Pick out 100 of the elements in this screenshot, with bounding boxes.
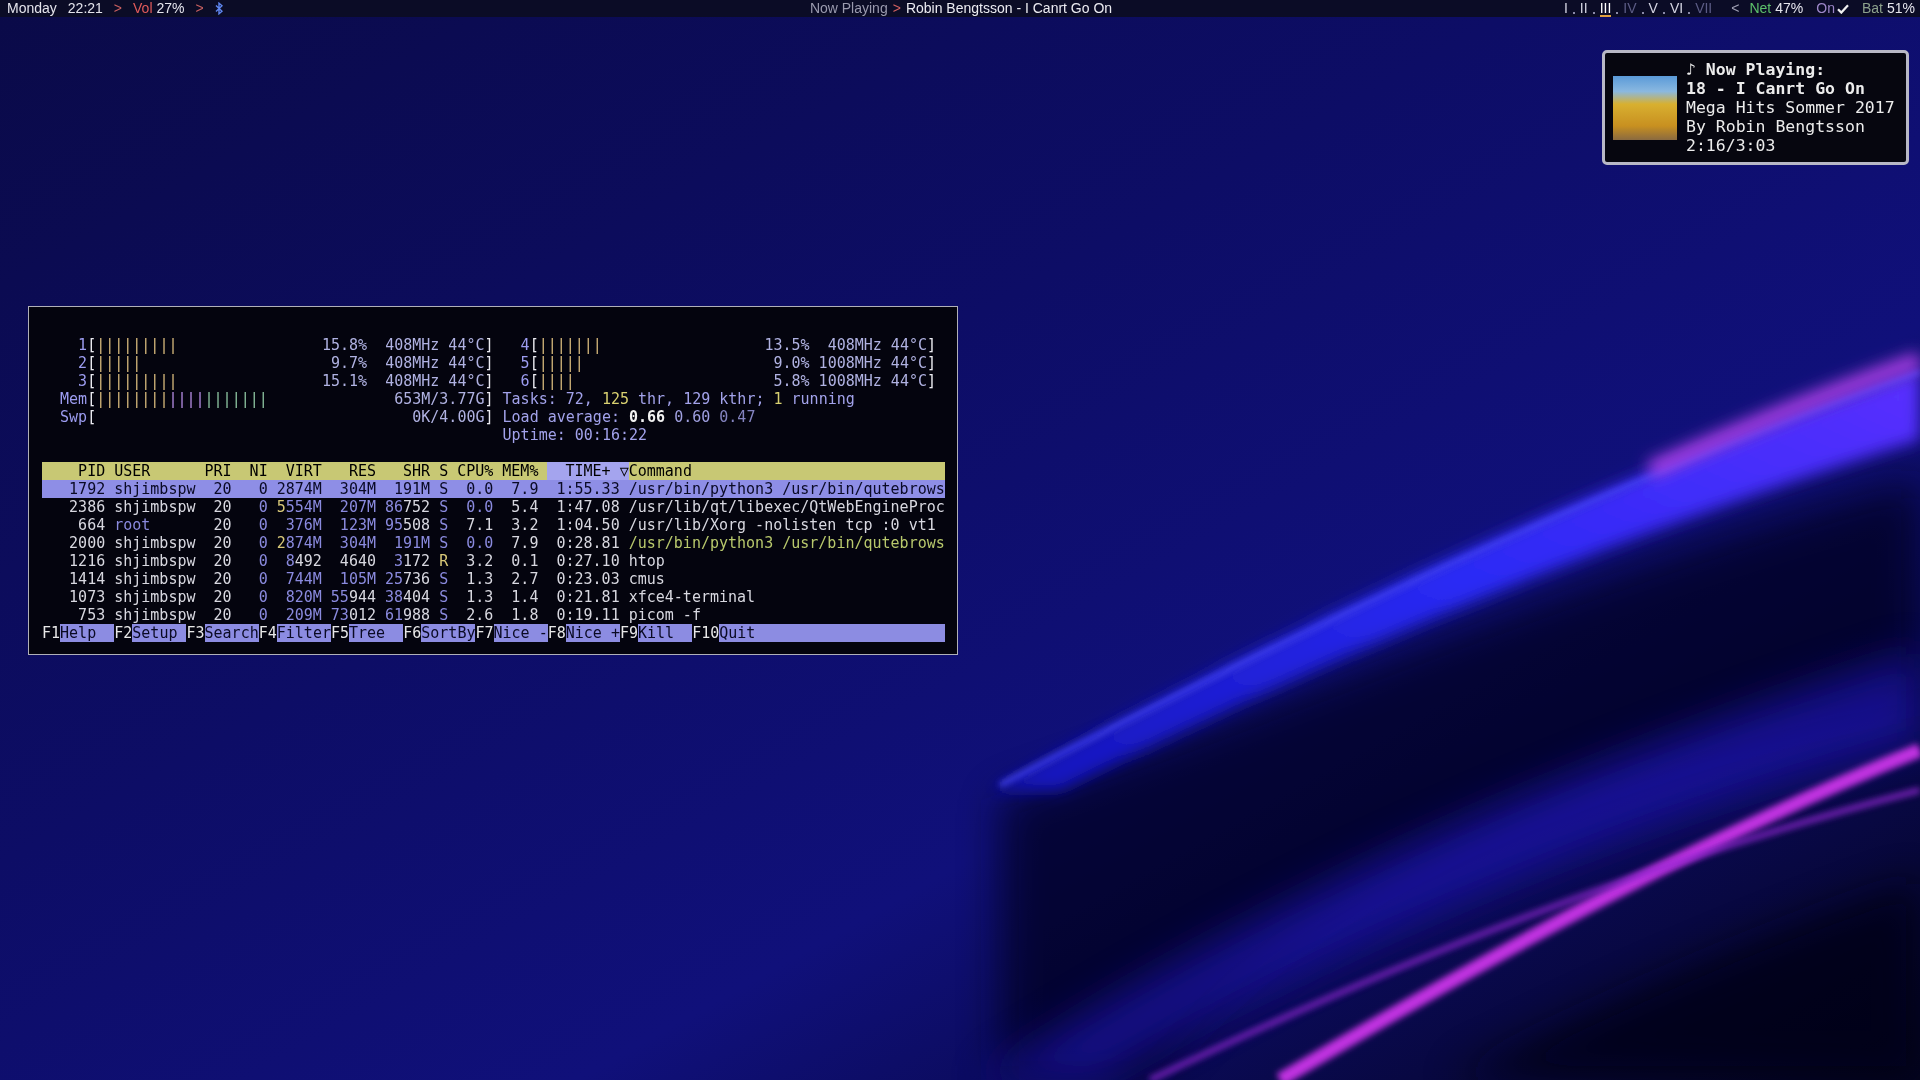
function-key-button[interactable]: F7Nice - [475,624,548,642]
column-header[interactable]: USER [114,462,196,480]
table-cell: S [439,534,449,552]
table-cell-text: 4640 [338,552,376,570]
meter-bracket: ] [484,354,494,372]
notification-heading: ♪ Now Playing: [1686,60,1827,79]
meter-bracket: ] [484,336,494,354]
album-name: Mega Hits Sommer 2017 [1686,98,1895,117]
table-cell-text: 2386 [68,498,106,516]
table-cell-text: 1073 [68,588,106,606]
table-cell-text: 1.3 [465,588,494,606]
meter-bracket: [ [87,390,97,408]
process-row[interactable]: 2000 shjimbspw 20 0 2874M 304M 191M S 0.0 7.9 0:28.81 /usr/bin/python3 /usr/bin/qutebrows [42,534,946,552]
meter-label: 3 [77,372,88,390]
meter-reading: 15.1% 408MHz 44°C [321,372,485,390]
process-row[interactable]: 1792 shjimbspw 20 0 2874M 304M 191M S 0.0 7.9 1:55.33 /usr/bin/python3 /usr/bin/qutebrows [42,480,946,498]
table-cell-text: 0.0 [465,480,494,498]
meter-bars: ||||||| [538,336,602,354]
day-label: Monday [7,0,57,17]
function-key-button[interactable]: F4Filter [258,624,331,642]
table-cell: S [439,480,449,498]
table-cell-text: 1792 [68,480,106,498]
table-cell-text: 3.2 [465,552,494,570]
table-cell-text: 304M [338,480,376,498]
clock-time: 22:21 [67,0,103,17]
process-row[interactable]: 753 shjimbspw 20 0 209M 73012 61988 S 2.6 1.8 0:19.11 picom -f [42,606,946,624]
meter-reading: 0K/4.00G [412,408,485,426]
function-key-button[interactable]: F8Nice + [547,624,620,642]
process-row[interactable]: 1414 shjimbspw 20 0 744M 105M 25736 S 1.3 2.7 0:23.03 cmus [42,570,946,588]
table-cell: shjimbspw [114,606,196,624]
workspace-button[interactable]: II [1579,0,1588,17]
process-row[interactable]: 1216 shjimbspw 20 0 8492 4640 3172 R 3.2 0.1 0:27.10 htop [42,552,946,570]
status-value: 51% [1886,0,1915,17]
function-key-button[interactable]: F6SortBy [403,624,476,642]
meter-reading: 9.0% 1008MHz 44°C [773,354,927,372]
column-header[interactable]: PRI [204,462,232,480]
function-key-button[interactable]: F2Setup [114,624,187,642]
column-header[interactable]: RES [330,462,376,480]
table-cell-text: 0 [257,480,268,498]
table-cell-text: 191M [393,534,431,552]
table-cell-text: 1:55.33 [555,480,620,498]
column-header[interactable]: NI [240,462,268,480]
table-cell: /usr/bin/python3 /usr/bin/qutebrows [628,534,946,552]
column-header[interactable]: SHR [385,462,431,480]
workspace-button[interactable]: I [1563,0,1568,17]
column-header[interactable]: CPU% [457,462,494,480]
table-cell-text: 820M [284,588,322,606]
workspace-button[interactable]: VI [1669,0,1684,17]
meter-reading: 13.5% 408MHz 44°C [764,336,927,354]
function-key-button[interactable]: F3Search [186,624,259,642]
meter-reading: 5.8% 1008MHz 44°C [773,372,927,390]
now-playing-title: Robin Bengtsson - I Canrt Go On [905,0,1113,17]
table-cell-text: 20 [212,480,232,498]
now-playing-label: Now Playing [809,0,888,17]
column-header[interactable]: VIRT [276,462,322,480]
table-cell-text: 3172 [393,552,431,570]
column-header[interactable]: PID [42,462,106,480]
workspace-button[interactable]: V [1648,0,1658,17]
workspace-button[interactable]: III [1599,0,1612,17]
table-cell: S [439,606,449,624]
separator: > [113,0,123,17]
tasks-summary: Tasks: 72, 125 thr, 129 kthr; 1 running [501,390,856,408]
meter-label: Swp [59,408,88,426]
process-row[interactable]: 664 root 20 0 376M 123M 95508 S 7.1 3.2 1:04.50 /usr/lib/Xorg -nolisten tcp :0 vt1 [42,516,946,534]
table-cell-text: 0 [257,516,268,534]
meter-label: Mem [59,390,88,408]
meter-bars: ||||||||| [96,372,178,390]
process-row[interactable]: 1073 shjimbspw 20 0 820M 55944 38404 S 1.3 1.4 0:21.81 xfce4-terminal [42,588,946,606]
table-cell-text: 105M [338,570,376,588]
table-cell-text: picom -f [628,606,702,624]
table-cell-text: xfce4-terminal [628,588,757,606]
meter-bracket: [ [87,372,97,390]
column-header[interactable]: MEM% [502,462,539,480]
process-row[interactable]: 2386 shjimbspw 20 0 5554M 207M 86752 S 0.0 5.4 1:47.08 /usr/lib/qt/libexec/QtWebEngineProc [42,498,946,516]
column-header[interactable]: S [439,462,449,480]
table-cell-text: 0 [257,588,268,606]
meter-label: 6 [519,372,530,390]
table-cell-text: 20 [212,552,232,570]
table-cell-text: 376M [284,516,322,534]
table-cell: 55944 [330,588,376,606]
table-cell: S [439,516,449,534]
meter-bracket: [ [87,336,97,354]
function-key-button[interactable]: F1Help [42,624,115,642]
bluetooth-icon[interactable] [214,2,223,15]
table-cell-text: 1.8 [510,606,539,624]
table-cell-text: 20 [212,606,232,624]
table-cell-text: /usr/lib/Xorg -nolisten tcp :0 vt1 [628,516,937,534]
table-cell-text: 20 [212,498,232,516]
table-cell: R [439,552,449,570]
table-cell-text: 207M [338,498,376,516]
table-cell-text: root [114,516,152,534]
table-cell-text: 0.0 [465,498,494,516]
table-cell: shjimbspw [114,570,196,588]
table-cell: shjimbspw [114,552,196,570]
function-key-button[interactable]: F10Quit [692,624,946,642]
artist-name: By Robin Bengtsson [1686,117,1866,136]
column-header[interactable]: TIME+ ▽ [547,462,629,480]
meter-bracket: [ [529,336,539,354]
separator: > [195,0,204,17]
table-cell-text: 7.9 [510,534,539,552]
